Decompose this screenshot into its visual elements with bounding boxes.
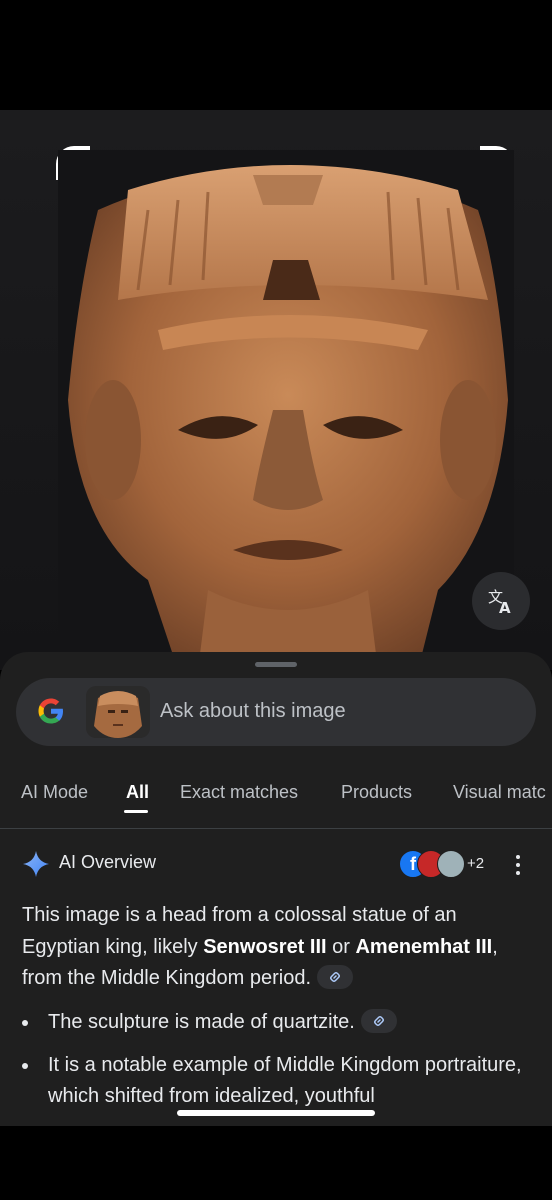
google-g-icon <box>38 698 63 724</box>
translate-button[interactable]: 文 A <box>472 572 530 630</box>
ai-overview-header: AI Overview f +2 <box>22 850 542 878</box>
ai-overview-bullets: The sculpture is made of quartzite. It i… <box>22 1007 542 1124</box>
translate-icon: 文 A <box>488 588 511 616</box>
source-link-chip[interactable] <box>360 1008 397 1033</box>
results-sheet: Ask about this image AI Mode All Exact m… <box>0 652 552 1126</box>
more-sources-count[interactable]: +2 <box>467 855 484 872</box>
statue-head-image <box>58 150 514 670</box>
ai-overview-summary: This image is a head from a colossal sta… <box>22 900 532 995</box>
summary-text: or <box>326 935 356 958</box>
tab-ai-mode[interactable]: AI Mode <box>21 782 88 803</box>
results-tabs: AI Mode All Exact matches Products Visua… <box>0 774 552 829</box>
list-item: The sculpture is made of quartzite. <box>22 1007 542 1039</box>
sparkle-icon <box>23 851 49 877</box>
king-name-senwosret: Senwosret III <box>203 935 327 958</box>
list-item: It is a notable example of Middle Kingdo… <box>22 1050 542 1113</box>
image-viewer: 文 A <box>0 110 552 670</box>
tab-all[interactable]: All <box>126 782 149 803</box>
tab-visual-matches[interactable]: Visual matc <box>453 782 546 803</box>
link-icon <box>330 971 341 982</box>
sheet-drag-handle[interactable] <box>255 662 297 667</box>
ai-overview-title: AI Overview <box>59 852 157 872</box>
search-placeholder[interactable]: Ask about this image <box>160 700 346 723</box>
more-options-icon[interactable] <box>515 853 521 875</box>
home-indicator[interactable] <box>177 1110 375 1116</box>
svg-text:A: A <box>499 599 511 616</box>
bullet-text: It is a notable example of Middle Kingdo… <box>48 1053 522 1108</box>
source-icons[interactable]: f <box>399 850 469 878</box>
statue-head-thumbnail[interactable] <box>86 686 150 738</box>
tab-products[interactable]: Products <box>341 782 412 803</box>
source-link-chip[interactable] <box>317 964 354 989</box>
source-thumbnail-icon[interactable] <box>437 850 465 878</box>
active-tab-indicator <box>124 810 148 813</box>
bullet-text: The sculpture is made of quartzite. <box>48 1011 355 1033</box>
link-icon <box>373 1015 384 1026</box>
search-bar[interactable]: Ask about this image <box>16 678 536 746</box>
king-name-amenemhat: Amenemhat III <box>355 935 493 958</box>
tab-exact-matches[interactable]: Exact matches <box>180 782 298 803</box>
